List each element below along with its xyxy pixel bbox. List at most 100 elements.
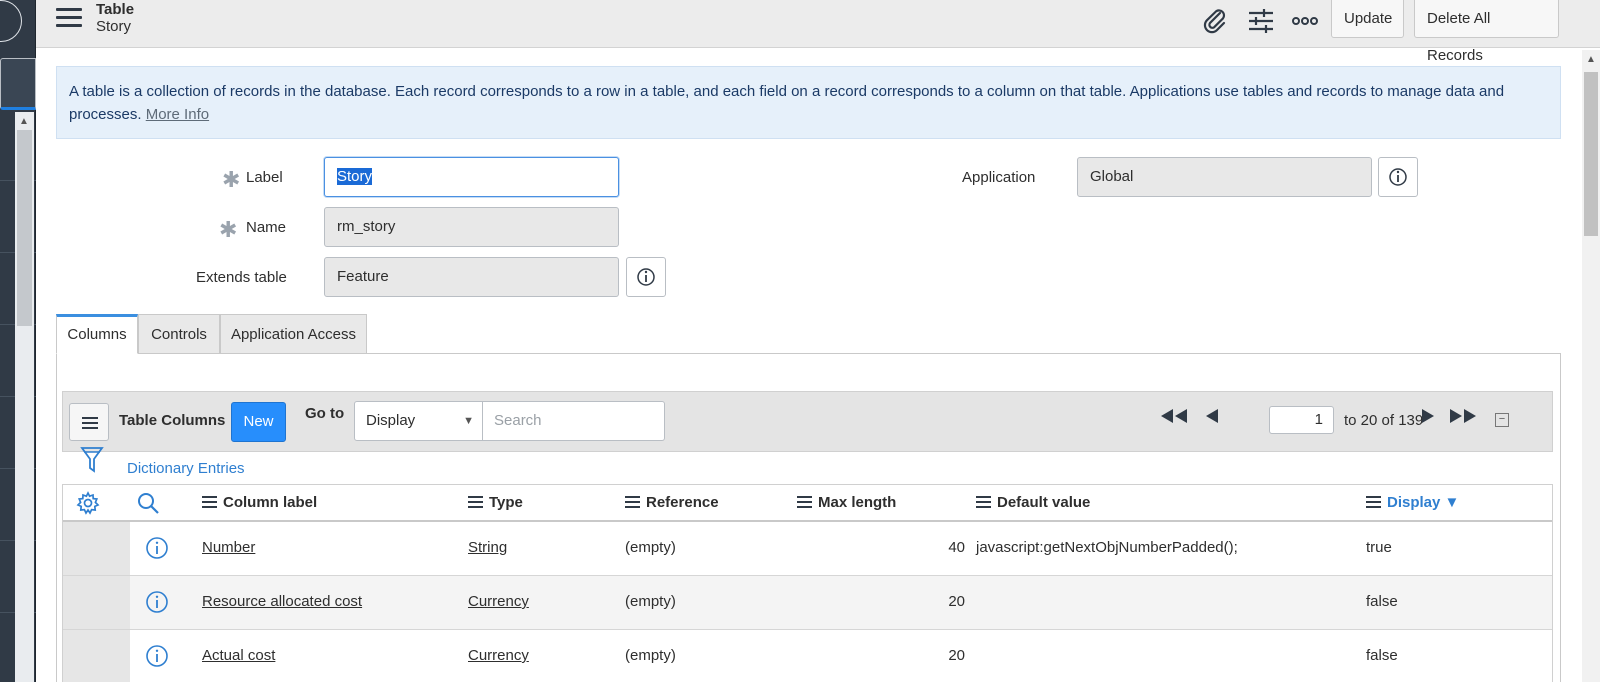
- scroll-thumb[interactable]: [17, 130, 32, 326]
- cell-reference: (empty): [625, 647, 676, 664]
- table-row[interactable]: Resource allocated cost Currency (empty)…: [63, 576, 1552, 630]
- label-field-label: Label: [246, 169, 283, 186]
- cell-display: true: [1366, 539, 1392, 556]
- sliders-icon[interactable]: [1246, 6, 1276, 36]
- last-page-icon[interactable]: [1447, 406, 1479, 426]
- required-icon: ✱: [222, 167, 241, 192]
- new-button[interactable]: New: [231, 402, 286, 442]
- application-label: Application: [962, 169, 1036, 186]
- required-icon: ✱: [219, 217, 238, 242]
- name-field-label: Name: [246, 219, 287, 236]
- cell-column-label[interactable]: Resource allocated cost: [202, 593, 362, 610]
- application-info-button[interactable]: [1378, 157, 1418, 197]
- info-icon: [637, 268, 655, 286]
- cell-max-length: 20: [948, 647, 965, 664]
- cell-type[interactable]: Currency: [468, 647, 529, 664]
- extends-table-label: Extends table: [196, 269, 287, 286]
- cell-type[interactable]: String: [468, 539, 507, 556]
- gear-icon[interactable]: [76, 491, 100, 515]
- dictionary-entries-link[interactable]: Dictionary Entries: [127, 460, 245, 477]
- column-header-label[interactable]: Column label: [202, 494, 317, 511]
- context-menu-icon[interactable]: [56, 8, 82, 30]
- column-header-type[interactable]: Type: [468, 494, 523, 511]
- name-input[interactable]: rm_story: [324, 207, 619, 247]
- column-menu-icon[interactable]: [202, 496, 217, 508]
- page-scrollbar[interactable]: ▲: [1582, 50, 1600, 682]
- row-gutter[interactable]: [63, 630, 130, 682]
- cell-column-label[interactable]: Actual cost: [202, 647, 275, 664]
- cell-max-length: 20: [948, 593, 965, 610]
- cell-column-label[interactable]: Number: [202, 539, 255, 556]
- list-toolbar: Table Columns New Go to Display ▼ Search…: [62, 391, 1553, 452]
- sort-descending-icon: ▼: [1444, 494, 1460, 511]
- page-number-input[interactable]: 1: [1269, 406, 1334, 434]
- column-menu-icon[interactable]: [468, 496, 483, 508]
- row-gutter[interactable]: [63, 522, 130, 575]
- cell-reference: (empty): [625, 539, 676, 556]
- tab-application-access[interactable]: Application Access: [220, 314, 367, 354]
- header-title: Table Story: [96, 1, 134, 35]
- info-icon[interactable]: [145, 644, 169, 668]
- next-page-icon[interactable]: [1420, 406, 1436, 426]
- update-button[interactable]: Update: [1331, 0, 1404, 38]
- column-header-default-value[interactable]: Default value: [976, 494, 1090, 511]
- label-input[interactable]: Story: [324, 157, 619, 197]
- column-header-reference[interactable]: Reference: [625, 494, 719, 511]
- extends-table-input[interactable]: Feature: [324, 257, 619, 297]
- tab-columns[interactable]: Columns: [56, 314, 138, 354]
- list-title: Table Columns: [119, 412, 226, 429]
- avatar[interactable]: [0, 0, 22, 42]
- column-header-display[interactable]: Display ▼: [1366, 494, 1459, 511]
- filter-bar: Dictionary Entries: [62, 447, 1553, 484]
- row-gutter[interactable]: [63, 576, 130, 629]
- paperclip-icon[interactable]: [1200, 6, 1230, 36]
- first-page-icon[interactable]: [1158, 406, 1190, 426]
- application-input[interactable]: Global: [1077, 157, 1372, 197]
- table-row[interactable]: Actual cost Currency (empty) 20 false: [63, 630, 1552, 682]
- form-header: Table Story Update Delete All Records: [36, 0, 1600, 64]
- info-icon[interactable]: [145, 536, 169, 560]
- list-menu-button[interactable]: [69, 403, 109, 441]
- goto-field-select[interactable]: Display ▼: [354, 401, 483, 441]
- cell-default-value: javascript:getNextObjNumberPadded();: [976, 539, 1238, 556]
- column-menu-icon[interactable]: [797, 496, 812, 508]
- column-menu-icon[interactable]: [1366, 496, 1381, 508]
- extends-table-info-button[interactable]: [626, 257, 666, 297]
- chevron-down-icon: ▼: [463, 415, 474, 427]
- previous-page-icon[interactable]: [1204, 406, 1220, 426]
- cell-reference: (empty): [625, 593, 676, 610]
- column-header-max-length[interactable]: Max length: [797, 494, 896, 511]
- filter-icon[interactable]: [80, 445, 104, 475]
- record-name: Story: [96, 18, 132, 35]
- info-icon[interactable]: [145, 590, 169, 614]
- more-info-link[interactable]: More Info: [146, 106, 209, 123]
- record-type: Table: [96, 1, 135, 18]
- search-icon[interactable]: [136, 491, 160, 515]
- info-banner: A table is a collection of records in th…: [56, 66, 1561, 139]
- cell-max-length: 40: [948, 539, 965, 556]
- app-navigator: ▲: [0, 0, 36, 682]
- goto-field-value: Display: [366, 412, 416, 429]
- columns-table: Column label Type Reference Max length D…: [62, 484, 1553, 682]
- scroll-up-icon[interactable]: ▲: [1586, 54, 1596, 65]
- list-search-input[interactable]: Search: [483, 401, 665, 441]
- table-header: Column label Type Reference Max length D…: [63, 485, 1552, 522]
- column-menu-icon[interactable]: [976, 496, 991, 508]
- cell-type[interactable]: Currency: [468, 593, 529, 610]
- scroll-up-icon[interactable]: ▲: [19, 116, 29, 127]
- delete-all-records-button[interactable]: Delete All Records: [1414, 0, 1559, 64]
- more-icon[interactable]: [1290, 6, 1320, 36]
- page-range-text: to 20 of 139: [1344, 412, 1424, 429]
- cell-display: false: [1366, 593, 1398, 610]
- banner-text: A table is a collection of records in th…: [69, 83, 1505, 123]
- collapse-icon[interactable]: −: [1495, 413, 1509, 427]
- nav-selected-item[interactable]: [0, 58, 36, 110]
- info-icon: [1389, 168, 1407, 186]
- nav-scrollbar[interactable]: ▲: [15, 112, 34, 682]
- cell-display: false: [1366, 647, 1398, 664]
- table-row[interactable]: Number String (empty) 40 javascript:getN…: [63, 522, 1552, 576]
- tab-controls[interactable]: Controls: [138, 314, 220, 354]
- scroll-thumb[interactable]: [1584, 72, 1598, 236]
- column-menu-icon[interactable]: [625, 496, 640, 508]
- label-input-value: Story: [337, 168, 373, 185]
